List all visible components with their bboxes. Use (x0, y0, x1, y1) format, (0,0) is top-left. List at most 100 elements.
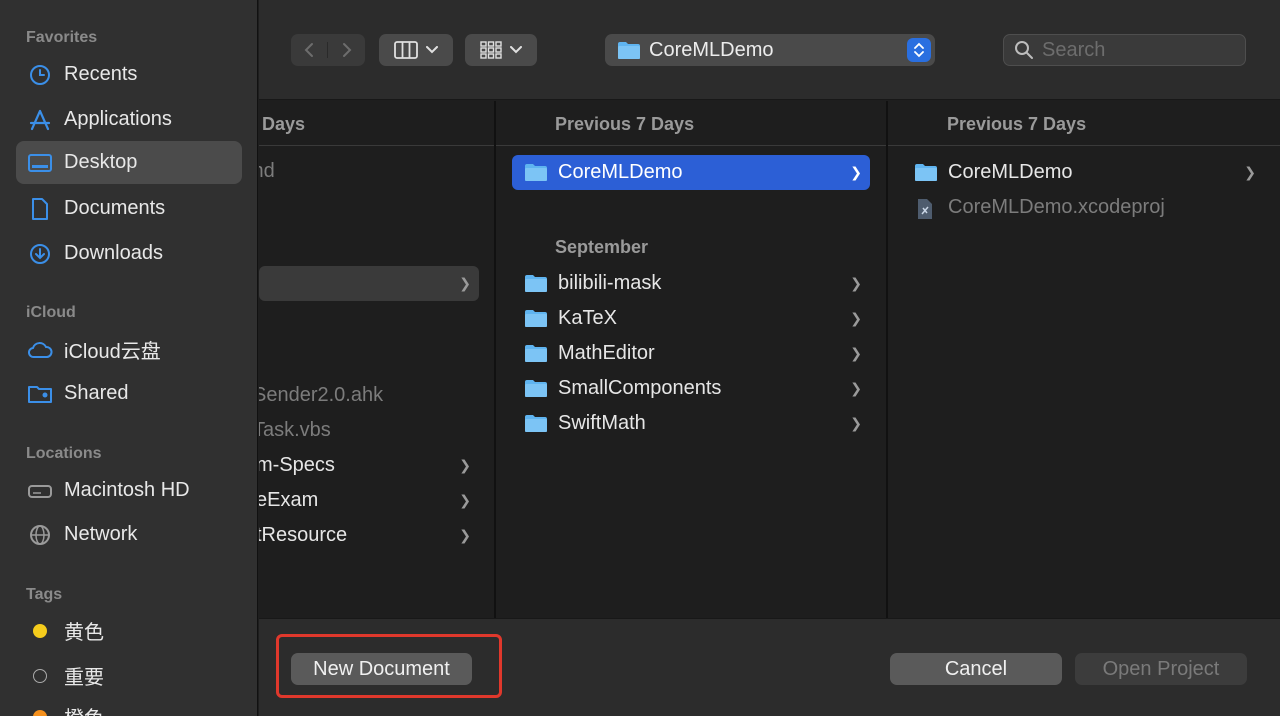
column-header: 0 Days (259, 114, 306, 134)
folder-row[interactable]: SwiftMath ❯ (512, 406, 870, 441)
chevron-right-icon: ❯ (850, 275, 862, 291)
forward-button[interactable] (328, 42, 365, 58)
file-row[interactable]: Sender2.0.ahk (259, 378, 483, 413)
column-browser: 0 Days md ❯ Sender2.0.ahk Task.vbs m-Spe… (259, 101, 1280, 618)
chevron-right-icon: ❯ (1244, 164, 1256, 180)
chevron-right-icon: ❯ (850, 310, 862, 326)
chevron-right-icon: ❯ (850, 415, 862, 431)
back-button[interactable] (291, 42, 328, 58)
file-row[interactable]: md (259, 154, 477, 189)
sidebar-item-desktop[interactable]: Desktop (16, 141, 242, 184)
hard-drive-icon (26, 477, 54, 505)
sidebar-item-label: Macintosh HD (64, 479, 190, 501)
folder-name: KaTeX (558, 307, 617, 329)
sidebar: Favorites Recents Applications Desktop D… (0, 0, 258, 716)
column-header: Previous 7 Days (947, 114, 1087, 134)
group-button[interactable] (465, 34, 537, 66)
search-field[interactable] (1003, 34, 1246, 66)
folder-icon (524, 414, 548, 433)
file-name: Task.vbs (259, 419, 331, 441)
open-project-button[interactable]: Open Project (1075, 653, 1247, 685)
sidebar-item-macintosh-hd[interactable]: Macintosh HD (16, 469, 242, 512)
view-mode-button[interactable] (379, 34, 453, 66)
folder-row[interactable]: MathEditor ❯ (512, 336, 870, 371)
search-icon (1015, 41, 1033, 59)
desktop-icon (26, 149, 54, 177)
sidebar-item-applications[interactable]: Applications (16, 98, 242, 141)
file-row[interactable]: Task.vbs (259, 413, 483, 448)
tag-yellow-icon (26, 617, 54, 645)
sidebar-section-favorites: Favorites (26, 29, 98, 46)
document-icon (26, 195, 54, 223)
sidebar-item-label: 橙色 (64, 702, 104, 716)
nav-buttons (291, 34, 365, 66)
folder-name: tResource (259, 524, 348, 546)
chevron-right-icon: ❯ (850, 345, 862, 361)
sidebar-item-shared[interactable]: Shared (16, 372, 242, 415)
column-2: Previous 7 Days CoreMLDemo ❯ September b… (496, 101, 886, 618)
folder-row[interactable]: m-Specs ❯ (259, 448, 479, 483)
xcodeproj-icon (914, 198, 938, 219)
folder-icon (524, 163, 548, 182)
chevron-left-icon (304, 43, 313, 57)
sidebar-item-label: Applications (64, 108, 172, 130)
shared-folder-icon (26, 380, 54, 408)
sidebar-item-label: Documents (64, 197, 166, 219)
sidebar-tag-yellow[interactable]: 黄色 (16, 609, 242, 652)
new-document-button[interactable]: New Document (291, 653, 472, 685)
sidebar-item-documents[interactable]: Documents (16, 187, 242, 230)
sidebar-item-label: iCloud云盘 (64, 341, 161, 363)
chevron-right-icon: ❯ (459, 527, 471, 543)
file-row[interactable]: CoreMLDemo.xcodeproj (904, 190, 1264, 225)
applications-icon (26, 106, 54, 134)
cancel-button[interactable]: Cancel (890, 653, 1062, 685)
chevron-down-icon (426, 46, 438, 54)
sidebar-item-network[interactable]: Network (16, 513, 242, 556)
sidebar-section-icloud: iCloud (26, 304, 76, 321)
folder-row[interactable]: CoreMLDemo ❯ (904, 155, 1264, 190)
folder-icon (914, 163, 938, 182)
folder-row-selected[interactable]: CoreMLDemo ❯ (512, 155, 870, 190)
chevron-right-icon (342, 43, 351, 57)
chevron-right-icon: ❯ (459, 457, 471, 473)
tag-hollow-icon (26, 662, 54, 690)
sidebar-section-tags: Tags (26, 586, 63, 603)
folder-row[interactable]: KaTeX ❯ (512, 301, 870, 336)
folder-name: bilibili-mask (558, 272, 662, 294)
grid-group-icon (480, 41, 502, 59)
sidebar-item-label: Shared (64, 382, 129, 404)
folder-row[interactable]: bilibili-mask ❯ (512, 266, 870, 301)
sidebar-item-recents[interactable]: Recents (16, 53, 242, 96)
folder-row-highlighted[interactable]: ❯ (259, 266, 479, 301)
folder-name: m-Specs (259, 454, 335, 476)
file-name: Sender2.0.ahk (259, 384, 384, 406)
column-header: Previous 7 Days (555, 114, 695, 134)
clock-icon (26, 61, 54, 89)
footer-bar: New Document Cancel Open Project (259, 618, 1280, 716)
sidebar-item-label: Desktop (64, 151, 138, 173)
folder-name: eExam (259, 489, 319, 511)
toolbar: CoreMLDemo (259, 0, 1280, 100)
chevron-right-icon: ❯ (459, 275, 471, 291)
search-input[interactable] (1042, 38, 1232, 62)
folder-name: SwiftMath (558, 412, 646, 434)
file-name: md (259, 160, 275, 182)
folder-row[interactable]: tResource ❯ (259, 518, 479, 553)
cloud-icon (26, 336, 54, 364)
column-header: September (555, 237, 649, 257)
sidebar-item-label: 重要 (64, 667, 104, 689)
folder-row[interactable]: SmallComponents ❯ (512, 371, 870, 406)
sidebar-tag-orange[interactable]: 橙色 (16, 695, 242, 716)
sidebar-item-label: 黄色 (64, 622, 104, 644)
sidebar-item-label: Network (64, 523, 138, 545)
path-popup-button[interactable]: CoreMLDemo (605, 34, 935, 66)
sidebar-item-icloud-drive[interactable]: iCloud云盘 (16, 328, 242, 371)
sidebar-item-downloads[interactable]: Downloads (16, 232, 242, 275)
folder-icon (524, 344, 548, 363)
sidebar-tag-important[interactable]: 重要 (16, 654, 242, 697)
path-stepper-icon (907, 38, 931, 62)
folder-name: CoreMLDemo (948, 161, 1073, 183)
folder-name: SmallComponents (558, 377, 722, 399)
folder-row[interactable]: eExam ❯ (259, 483, 479, 518)
column-1: 0 Days md ❯ Sender2.0.ahk Task.vbs m-Spe… (259, 101, 495, 618)
